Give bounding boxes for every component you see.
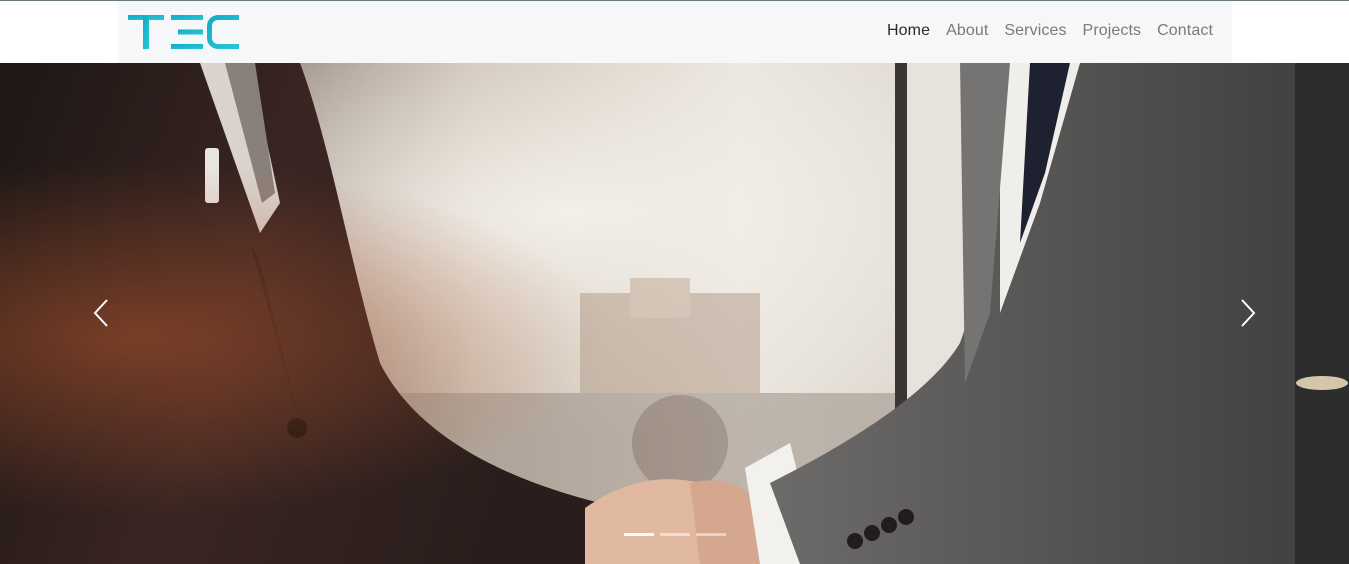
carousel-prev-button[interactable]: [86, 295, 116, 331]
carousel-indicator-2[interactable]: [660, 533, 690, 536]
brand-logo[interactable]: [128, 13, 240, 51]
main-nav: Home About Services Projects Contact: [887, 22, 1213, 40]
nav-contact[interactable]: Contact: [1157, 22, 1213, 40]
chevron-left-icon: [93, 299, 108, 327]
chevron-right-icon: [1241, 299, 1256, 327]
carousel-indicator-1[interactable]: [624, 533, 654, 536]
hero-carousel: [0, 63, 1349, 564]
carousel-indicators: [624, 533, 726, 536]
slide-image-handshake: [0, 63, 1349, 564]
nav-projects[interactable]: Projects: [1083, 22, 1142, 40]
nav-home[interactable]: Home: [887, 22, 930, 40]
carousel-next-button[interactable]: [1233, 295, 1263, 331]
nav-about[interactable]: About: [946, 22, 988, 40]
navbar: Home About Services Projects Contact: [118, 1, 1232, 63]
carousel-indicator-3[interactable]: [696, 533, 726, 536]
nav-services[interactable]: Services: [1004, 22, 1066, 40]
